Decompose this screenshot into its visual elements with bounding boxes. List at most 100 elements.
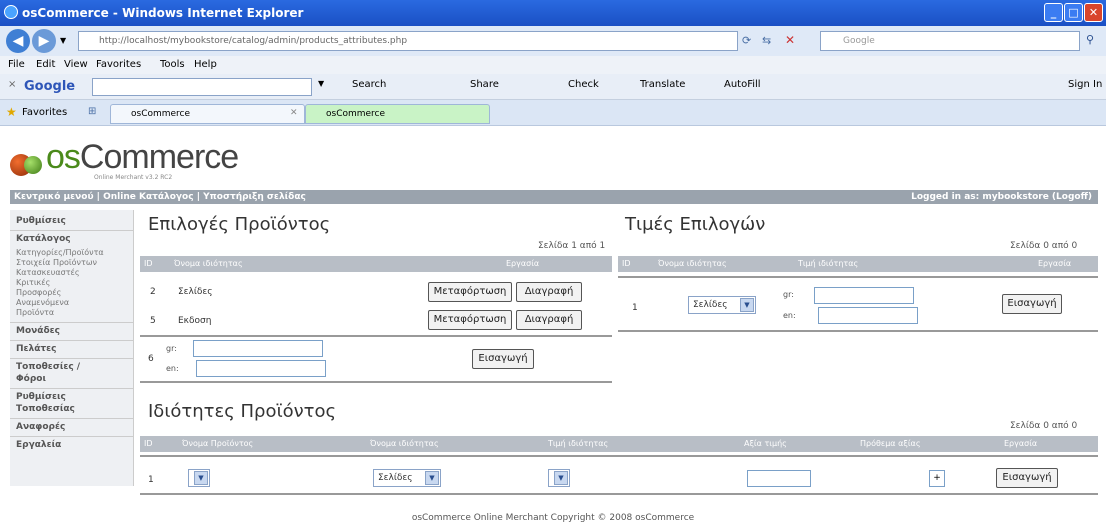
menu-bar: File Edit View Favorites Tools Help: [0, 56, 1106, 74]
sidebar-item-locations[interactable]: Τοποθεσίες /: [16, 362, 80, 372]
sidebar-item-modules[interactable]: Μονάδες: [16, 326, 60, 336]
option-id: 5: [150, 316, 156, 326]
search-icon[interactable]: ⚲: [1086, 33, 1094, 46]
sidebar-item-tools[interactable]: Εργαλεία: [16, 440, 61, 450]
option-delete-button[interactable]: Διαγραφή: [516, 310, 582, 330]
attribute-option-select[interactable]: Σελίδες ▼: [373, 469, 441, 487]
favorites-star-icon[interactable]: ★: [6, 105, 17, 119]
window-titlebar: osCommerce - Windows Internet Explorer _…: [0, 0, 1106, 26]
menu-favorites[interactable]: Favorites: [96, 59, 141, 70]
stop-icon[interactable]: ✕: [785, 33, 795, 47]
options-divider: [140, 335, 612, 337]
sidebar-item-location-settings[interactable]: Ρυθμίσεις: [16, 392, 66, 402]
address-field[interactable]: http://localhost/mybookstore/catalog/adm…: [78, 31, 738, 51]
sidebar-subitem[interactable]: Στοιχεία Προϊόντων: [16, 258, 97, 267]
sidebar-subitem[interactable]: Κριτικές: [16, 278, 50, 287]
chevron-down-icon: ▼: [554, 471, 568, 485]
footer-copyright: osCommerce Online Merchant Copyright © 2…: [411, 513, 695, 523]
signin-button[interactable]: Sign In: [1068, 79, 1102, 90]
attributes-page-count: Σελίδα 0 από 0: [1010, 421, 1078, 431]
attribute-prefix-input[interactable]: +: [929, 470, 945, 487]
sidebar-subitem[interactable]: Προϊόντα: [16, 308, 54, 317]
attribute-price-input[interactable]: [747, 470, 811, 487]
new-value-en-input[interactable]: [818, 307, 918, 324]
attribute-insert-button[interactable]: Εισαγωγή: [996, 468, 1058, 488]
tab-oscommerce-2[interactable]: osCommerce: [305, 104, 490, 124]
option-edit-button[interactable]: Μεταφόρτωση: [428, 310, 512, 330]
maximize-button[interactable]: □: [1064, 3, 1083, 22]
minimize-button[interactable]: _: [1044, 3, 1063, 22]
logo-orb-green: [24, 156, 42, 174]
favorites-label[interactable]: Favorites: [22, 107, 67, 118]
values-page-count: Σελίδα 0 από 0: [1010, 241, 1078, 251]
sidebar-subitem[interactable]: Αναμενόμενα: [16, 298, 69, 307]
address-text: http://localhost/mybookstore/catalog/adm…: [99, 36, 408, 46]
menu-view[interactable]: View: [64, 59, 88, 70]
google-logo: Google: [24, 79, 76, 94]
forward-button[interactable]: ▶: [32, 29, 56, 53]
tab-close-icon[interactable]: ✕: [290, 108, 298, 118]
oscommerce-logo[interactable]: osCommerce Online Merchant v3.2 RC2: [10, 134, 270, 184]
product-attributes-title: Ιδιότητες Προϊόντος: [148, 401, 337, 422]
tab-oscommerce-1[interactable]: osCommerce: [110, 104, 305, 124]
new-option-gr-input[interactable]: [193, 340, 323, 357]
admin-header-bar: Κεντρικό μενού | Online Κατάλογος | Υποσ…: [10, 190, 1098, 204]
menu-edit[interactable]: Edit: [36, 59, 55, 70]
refresh-icon[interactable]: ⟳: [742, 34, 751, 47]
options-table-header: ID Όνομα ιδιότητας Εργασία: [140, 256, 612, 272]
menu-tools[interactable]: Tools: [160, 59, 185, 70]
option-values-title: Τιμές Επιλογών: [625, 214, 766, 235]
sidebar-item-settings[interactable]: Ρυθμίσεις: [16, 216, 66, 226]
value-insert-button[interactable]: Εισαγωγή: [1002, 294, 1062, 314]
menu-help[interactable]: Help: [194, 59, 217, 70]
translate-button[interactable]: Translate: [640, 79, 685, 90]
window-title: osCommerce - Windows Internet Explorer: [22, 6, 304, 20]
attribute-id: 1: [148, 475, 154, 485]
sidebar-item-catalog[interactable]: Κατάλογος: [16, 234, 71, 244]
attribute-product-select[interactable]: ▼: [188, 469, 210, 487]
option-name: Εκδοση: [178, 316, 212, 326]
google-search-input[interactable]: [92, 78, 312, 96]
quick-tabs-icon[interactable]: ⊞: [88, 106, 96, 117]
values-table-header: ID Όνομα ιδιότητας Τιμή ιδιότητας Εργασί…: [618, 256, 1098, 272]
value-option-select[interactable]: Σελίδες ▼: [688, 296, 756, 314]
chevron-down-icon: ▼: [740, 298, 754, 312]
sidebar-item-customers[interactable]: Πελάτες: [16, 344, 57, 354]
favorites-bar: ★ Favorites ⊞ osCommerce ✕ osCommerce: [0, 100, 1106, 126]
option-edit-button[interactable]: Μεταφόρτωση: [428, 282, 512, 302]
share-button[interactable]: Share: [470, 79, 499, 90]
ie-icon: [4, 5, 18, 19]
options-page-count: Σελίδα 1 από 1: [538, 241, 606, 251]
new-option-id: 6: [148, 354, 154, 364]
new-option-en-input[interactable]: [196, 360, 326, 377]
toolbar-close-icon[interactable]: ×: [8, 79, 16, 90]
option-insert-button[interactable]: Εισαγωγή: [472, 349, 534, 369]
close-button[interactable]: ✕: [1084, 3, 1103, 22]
compatibility-icon[interactable]: ⇆: [762, 34, 771, 47]
search-input[interactable]: Google: [820, 31, 1080, 51]
option-id: 2: [150, 287, 156, 297]
logged-in-status[interactable]: Logged in as: mybookstore (Logoff): [911, 192, 1092, 202]
header-links[interactable]: Κεντρικό μενού | Online Κατάλογος | Υποσ…: [14, 192, 306, 202]
sidebar: Ρυθμίσεις Κατάλογος Κατηγορίες/Προϊόντα …: [10, 210, 134, 486]
attribute-value-select[interactable]: ▼: [548, 469, 570, 487]
sidebar-subitem[interactable]: Προσφορές: [16, 288, 61, 297]
sidebar-item-reports[interactable]: Αναφορές: [16, 422, 65, 432]
recent-pages-dropdown[interactable]: ▼: [60, 36, 66, 45]
google-toolbar: × Google ▼ Search Share Check Translate …: [0, 74, 1106, 100]
values-divider: [618, 330, 1098, 332]
back-button[interactable]: ◀: [6, 29, 30, 53]
autofill-button[interactable]: AutoFill: [724, 79, 761, 90]
sidebar-subitem[interactable]: Κατασκευαστές: [16, 268, 80, 277]
attributes-divider: [140, 493, 1098, 495]
option-delete-button[interactable]: Διαγραφή: [516, 282, 582, 302]
google-dropdown[interactable]: ▼: [318, 79, 324, 88]
new-value-id: 1: [632, 303, 638, 313]
chevron-down-icon: ▼: [425, 471, 439, 485]
menu-file[interactable]: File: [8, 59, 25, 70]
product-options-title: Επιλογές Προϊόντος: [148, 214, 331, 235]
google-search-button[interactable]: Search: [352, 79, 386, 90]
new-value-gr-input[interactable]: [814, 287, 914, 304]
sidebar-subitem[interactable]: Κατηγορίες/Προϊόντα: [16, 248, 104, 257]
check-button[interactable]: Check: [568, 79, 599, 90]
